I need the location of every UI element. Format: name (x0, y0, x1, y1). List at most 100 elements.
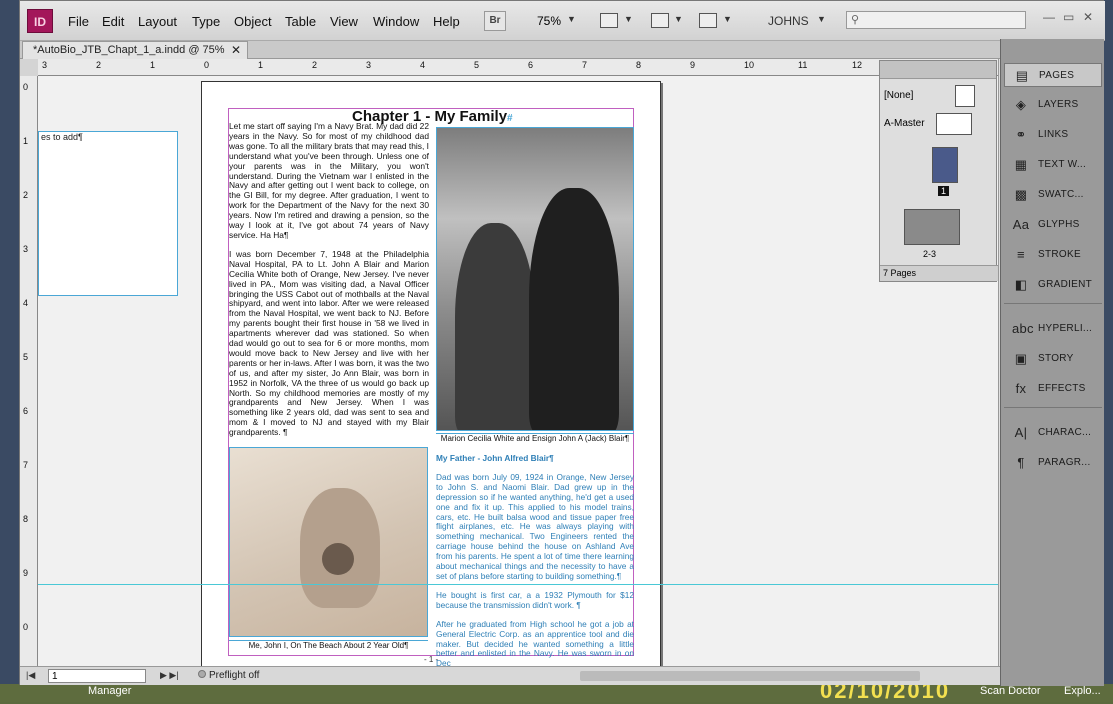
ruler-tick-label: 12 (852, 60, 863, 70)
dock-stroke[interactable]: ≡ STROKE (1004, 243, 1102, 267)
dock-hyperlinks[interactable]: abc HYPERLI... (1004, 317, 1102, 341)
dock-label: SWATC... (1038, 189, 1084, 200)
none-master-label[interactable]: [None] (884, 90, 913, 101)
bridge-button[interactable]: Br (484, 11, 506, 31)
menu-table[interactable]: Table (285, 14, 316, 29)
dock-label: GLYPHS (1038, 219, 1080, 230)
menu-file[interactable]: File (68, 14, 89, 29)
ruler-tick-label: 6 (528, 60, 534, 70)
dock-divider (1004, 303, 1102, 304)
chevron-down-icon[interactable]: ▼ (567, 14, 576, 24)
a-master-label[interactable]: A-Master (884, 118, 925, 129)
ruler-tick-label: 2 (312, 60, 318, 70)
pasteboard-text-frame[interactable]: es to add¶ (38, 131, 178, 296)
photo-ball (322, 543, 354, 575)
section-heading: My Father - John Alfred Blair¶ (436, 453, 554, 463)
ruler-tick-label: 8 (23, 514, 29, 524)
zoom-level-select[interactable]: 75% (537, 14, 561, 28)
view-options-icon[interactable] (600, 13, 618, 28)
taskbar-label-explorer[interactable]: Explo... (1064, 685, 1101, 697)
ruler-tick-label: 0 (23, 82, 29, 92)
menu-help[interactable]: Help (433, 14, 460, 29)
horizontal-guide[interactable] (38, 584, 998, 585)
dock-label: PARAGR... (1038, 457, 1091, 468)
dock-paragraph[interactable]: ¶ PARAGR... (1004, 451, 1102, 475)
menu-type[interactable]: Type (192, 14, 220, 29)
chevron-down-icon[interactable]: ▼ (817, 14, 826, 24)
a-master-thumbnail[interactable] (936, 113, 972, 135)
none-master-thumbnail[interactable] (955, 85, 975, 107)
right-text-frame[interactable]: My Father - John Alfred Blair¶ Dad was b… (436, 453, 634, 666)
chevron-down-icon[interactable]: ▼ (723, 14, 732, 24)
horizontal-ruler[interactable]: 3 2 1 0 1 2 3 4 5 6 7 8 9 10 11 12 (38, 59, 998, 76)
dock-character[interactable]: A| CHARAC... (1004, 421, 1102, 445)
menu-object[interactable]: Object (234, 14, 272, 29)
ruler-tick-label: 4 (420, 60, 426, 70)
paragraph-mark: # (507, 113, 513, 124)
preflight-label: Preflight off (209, 670, 260, 681)
dock-label: STORY (1038, 353, 1074, 364)
dock-story[interactable]: ▣ STORY (1004, 347, 1102, 371)
ruler-tick-label: 1 (150, 60, 156, 70)
preflight-status[interactable]: Preflight off (198, 670, 259, 681)
photo-caption-top[interactable]: Marion Cecilia White and Ensign John A (… (436, 433, 634, 443)
page-1-thumbnail[interactable] (932, 147, 958, 183)
dock-glyphs[interactable]: Aa GLYPHS (1004, 213, 1102, 237)
story-icon: ▣ (1014, 351, 1028, 366)
close-icon[interactable]: ✕ (1083, 10, 1093, 24)
desktop-background-left (0, 0, 20, 702)
page-number: - 1 - (424, 655, 439, 664)
pages-panel: [None] A-Master 1 2-3 7 Pages (879, 60, 998, 282)
menu-view[interactable]: View (330, 14, 358, 29)
horizontal-scrollbar-thumb[interactable] (580, 671, 920, 681)
effects-icon: fx (1015, 381, 1027, 396)
chevron-down-icon[interactable]: ▼ (674, 14, 683, 24)
minimize-icon[interactable]: — (1043, 10, 1055, 24)
pasteboard[interactable]: es to add¶ Chapter 1 - My Family# Let me… (38, 76, 998, 666)
next-page-icon[interactable]: ▶ ▶| (160, 670, 179, 681)
first-page-icon[interactable]: |◀ (26, 670, 35, 681)
photo-caption-bottom[interactable]: Me, John I, On The Beach About 2 Year Ol… (229, 640, 428, 650)
dock-gradient[interactable]: ◧ GRADIENT (1004, 273, 1102, 297)
vertical-ruler[interactable]: 0 1 2 3 4 5 6 7 8 9 0 (20, 76, 38, 666)
dock-swatches[interactable]: ▩ SWATC... (1004, 183, 1102, 207)
search-input[interactable]: ⚲ (846, 11, 1026, 29)
menu-window[interactable]: Window (373, 14, 419, 29)
glyphs-icon: Aa (1012, 217, 1030, 232)
left-text-frame[interactable]: Let me start off saying I'm a Navy Brat.… (229, 121, 429, 447)
photo-figure-woman (455, 223, 535, 430)
document-tab[interactable]: *AutoBio_JTB_Chapt_1_a.indd @ 75% ✕ (22, 41, 248, 59)
screen-mode-icon[interactable] (651, 13, 669, 28)
pages-count: 7 Pages (880, 265, 998, 281)
spread-2-3-thumbnail[interactable] (904, 209, 960, 245)
ruler-tick-label: 4 (23, 298, 29, 308)
maximize-icon[interactable]: ▭ (1063, 10, 1074, 24)
arrange-documents-icon[interactable] (699, 13, 717, 28)
ruler-tick-label: 1 (23, 136, 29, 146)
dock-text-wrap[interactable]: ▦ TEXT W... (1004, 153, 1102, 177)
workspace-switcher[interactable]: JOHNS (768, 14, 809, 28)
ruler-tick-label: 3 (42, 60, 48, 70)
wedding-photo[interactable] (436, 127, 634, 431)
pasteboard-text: es to add¶ (41, 132, 83, 142)
document-tab-bar: *AutoBio_JTB_Chapt_1_a.indd @ 75% ✕ (20, 41, 1000, 59)
baby-beach-photo[interactable] (229, 447, 428, 637)
dock-effects[interactable]: fx EFFECTS (1004, 377, 1102, 401)
document-page[interactable]: Chapter 1 - My Family# Let me start off … (201, 81, 661, 666)
page-number-field[interactable] (48, 669, 146, 683)
dock-pages[interactable]: ▤ PAGES (1004, 63, 1102, 87)
page-1-label: 1 (938, 186, 950, 196)
close-tab-icon[interactable]: ✕ (231, 42, 241, 58)
menu-layout[interactable]: Layout (138, 14, 177, 29)
layers-icon: ◈ (1015, 97, 1027, 112)
status-bar: |◀ ▶ ▶| Preflight off (20, 666, 1016, 685)
pages-panel-header[interactable] (880, 61, 996, 79)
dock-layers[interactable]: ◈ LAYERS (1004, 93, 1102, 117)
taskbar-label-scan-doctor[interactable]: Scan Doctor (980, 685, 1041, 697)
dock-links[interactable]: ⚭ LINKS (1004, 123, 1102, 147)
taskbar-label-manager[interactable]: Manager (88, 685, 131, 697)
menu-edit[interactable]: Edit (102, 14, 124, 29)
ruler-tick-label: 8 (636, 60, 642, 70)
chevron-down-icon[interactable]: ▼ (624, 14, 633, 24)
preflight-status-icon (198, 670, 206, 678)
